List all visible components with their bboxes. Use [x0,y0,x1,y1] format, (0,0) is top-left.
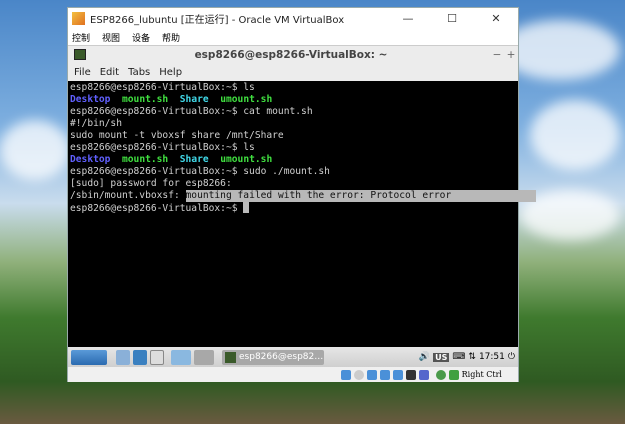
window-title: ESP8266_lubuntu [正在运行] - Oracle VM Virtu… [90,15,345,26]
terminal-menu-bar: File Edit Tabs Help [68,63,518,81]
video-capture-icon[interactable] [405,369,416,380]
browser-icon[interactable] [133,349,147,365]
terminal-output[interactable]: esp8266@esp8266-VirtualBox:~$ ls Desktop … [68,81,536,347]
menu-help[interactable]: 帮助 [162,31,180,44]
term-line: Desktop mount.sh Share umount.sh [70,154,273,165]
task-button-terminal[interactable]: esp8266@esp82… [222,349,324,365]
power-icon[interactable]: ⏻ [508,352,515,362]
volume-icon[interactable]: 🔊 [419,352,430,362]
workspace-1[interactable] [171,349,191,365]
file-manager-icon[interactable] [116,349,130,365]
audio-icon[interactable] [366,369,377,380]
shared-folders-icon[interactable] [392,369,403,380]
term-line: Desktop mount.sh Share umount.sh [70,94,273,105]
network-adapter-icon[interactable] [379,369,390,380]
desktop-icon[interactable] [150,349,164,365]
virtualbox-icon [72,12,85,25]
clock[interactable]: 17:51 [479,352,505,362]
selected-text: mounting failed with the error: Protocol… [185,190,536,202]
term-line-error: /sbin/mount.vboxsf: mounting failed with… [70,190,536,202]
host-key-icon [448,369,459,380]
terminal-minimize-button[interactable]: − [490,49,504,61]
network-icon[interactable]: ⇅ [468,352,476,362]
vbox-menu-bar: 控制 视图 设备 帮助 [68,29,518,45]
term-line: esp8266@esp8266-VirtualBox:~$ ls [70,82,255,93]
workspace-2[interactable] [194,349,214,365]
title-bar: ESP8266_lubuntu [正在运行] - Oracle VM Virtu… [68,8,518,29]
terminal-title: esp8266@esp8266-VirtualBox: ~ [194,48,388,61]
menu-control[interactable]: 控制 [72,31,90,44]
lxde-panel: esp8266@esp82… 🔊 US ⌨ ⇅ 17:51 ⏻ [68,347,518,367]
cursor [243,202,250,213]
menu-edit[interactable]: Edit [100,67,119,78]
start-menu-button[interactable] [71,349,107,365]
terminal-icon [225,351,236,363]
minimize-button[interactable]: — [386,12,430,25]
virtualbox-window: ESP8266_lubuntu [正在运行] - Oracle VM Virtu… [67,7,536,382]
term-line: [sudo] password for esp8266: [70,178,232,189]
term-line: sudo mount -t vboxsf share /mnt/Share [70,130,284,141]
term-line: #!/bin/sh [70,118,122,129]
term-line: esp8266@esp8266-VirtualBox:~$ cat mount.… [70,106,313,117]
terminal-title-bar: esp8266@esp8266-VirtualBox: ~ − + [68,45,518,63]
optical-drive-icon[interactable] [353,369,364,380]
term-line: esp8266@esp8266-VirtualBox:~$ [70,202,516,215]
menu-help-terminal[interactable]: Help [159,67,182,78]
usb-icon[interactable] [418,369,429,380]
terminal-maximize-button[interactable]: + [504,49,518,61]
terminal-icon [74,49,86,60]
mouse-integration-icon[interactable] [435,369,446,380]
vbox-status-bar: Right Ctrl [68,367,518,382]
hard-disk-icon[interactable] [340,369,351,380]
keyboard-icon[interactable]: ⌨ [452,352,465,362]
menu-view[interactable]: 视图 [102,31,120,44]
maximize-button[interactable]: ☐ [430,12,474,25]
close-button[interactable]: ✕ [474,12,518,25]
term-line: esp8266@esp8266-VirtualBox:~$ ls [70,142,255,153]
term-line: esp8266@esp8266-VirtualBox:~$ sudo ./mou… [70,166,330,177]
menu-file[interactable]: File [74,67,91,78]
menu-devices[interactable]: 设备 [132,31,150,44]
host-key-label: Right Ctrl [461,370,502,379]
menu-tabs[interactable]: Tabs [128,67,150,78]
keyboard-layout[interactable]: US [433,352,450,362]
